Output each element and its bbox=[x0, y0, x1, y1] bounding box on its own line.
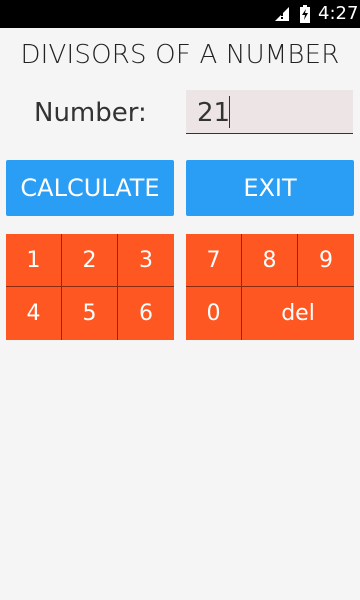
key-7[interactable]: 7 bbox=[186, 234, 242, 287]
number-input[interactable]: 21 bbox=[186, 90, 353, 134]
key-6[interactable]: 6 bbox=[118, 287, 174, 340]
battery-charging-icon bbox=[300, 5, 310, 23]
key-9[interactable]: 9 bbox=[298, 234, 354, 287]
page-title: DIVISORS OF A NUMBER bbox=[20, 40, 340, 70]
key-2[interactable]: 2 bbox=[62, 234, 118, 287]
key-0[interactable]: 0 bbox=[186, 287, 242, 340]
calculate-button[interactable]: CALCULATE bbox=[6, 160, 174, 216]
key-5[interactable]: 5 bbox=[62, 287, 118, 340]
wifi-icon bbox=[275, 7, 289, 21]
keypad-left: 1 2 3 4 5 6 bbox=[6, 234, 174, 340]
delete-key[interactable]: del bbox=[242, 287, 354, 340]
text-cursor bbox=[229, 96, 230, 128]
key-3[interactable]: 3 bbox=[118, 234, 174, 287]
key-4[interactable]: 4 bbox=[6, 287, 62, 340]
number-input-value: 21 bbox=[197, 98, 231, 128]
key-1[interactable]: 1 bbox=[6, 234, 62, 287]
number-label: Number: bbox=[34, 98, 147, 128]
keypad-right: 7 8 9 0 del bbox=[186, 234, 354, 340]
key-8[interactable]: 8 bbox=[242, 234, 298, 287]
status-time: 4:27 bbox=[318, 3, 359, 24]
status-bar: 4:27 bbox=[0, 0, 360, 28]
exit-button[interactable]: EXIT bbox=[186, 160, 354, 216]
